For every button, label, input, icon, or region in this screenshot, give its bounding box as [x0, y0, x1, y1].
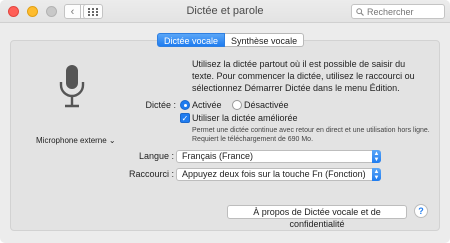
microphone-source-menu[interactable]: Microphone externe ⌄ — [36, 136, 116, 145]
microphone-icon — [59, 65, 85, 108]
language-value: Français (France) — [182, 151, 254, 161]
tab-bar: Dictée vocale Synthèse vocale — [157, 33, 305, 47]
dictation-off-label: Désactivée — [244, 100, 289, 110]
updown-arrows-icon: ▲ ▼ — [372, 168, 381, 181]
search-input[interactable] — [364, 6, 443, 17]
updown-arrows-icon: ▲ ▼ — [372, 150, 381, 163]
shortcut-label: Raccourci : — [128, 169, 174, 179]
enhanced-dictation-checkbox[interactable]: ✓ — [180, 113, 190, 123]
shortcut-popup[interactable]: Appuyez deux fois sur la touche Fn (Fonc… — [176, 168, 381, 181]
dictation-on-label: Activée — [192, 100, 222, 110]
language-label: Langue : — [138, 151, 174, 161]
language-popup[interactable]: Français (France) ▲ ▼ — [176, 150, 381, 163]
dictation-label: Dictée : — [145, 100, 176, 110]
shortcut-value: Appuyez deux fois sur la touche Fn (Fonc… — [182, 169, 366, 179]
about-dictation-privacy-button[interactable]: À propos de Dictée vocale et de confiden… — [227, 205, 407, 229]
magnifier-icon — [356, 7, 364, 16]
tab-dictation[interactable]: Dictée vocale — [157, 33, 226, 47]
enhanced-dictation-label: Utiliser la dictée améliorée — [192, 113, 298, 123]
tab-speech[interactable]: Synthèse vocale — [225, 33, 305, 47]
dictation-off-radio[interactable] — [232, 100, 242, 110]
enhanced-dictation-note: Permet une dictée continue avec retour e… — [192, 127, 430, 143]
preferences-window: ‹ › Dictée et parole Dic — [0, 0, 450, 243]
dictation-on-radio[interactable] — [180, 100, 190, 110]
title-bar: ‹ › Dictée et parole — [0, 0, 450, 23]
search-field[interactable] — [351, 4, 445, 19]
help-button[interactable]: ? — [414, 204, 428, 218]
dictation-description: Utilisez la dictée partout où il est pos… — [192, 59, 415, 93]
